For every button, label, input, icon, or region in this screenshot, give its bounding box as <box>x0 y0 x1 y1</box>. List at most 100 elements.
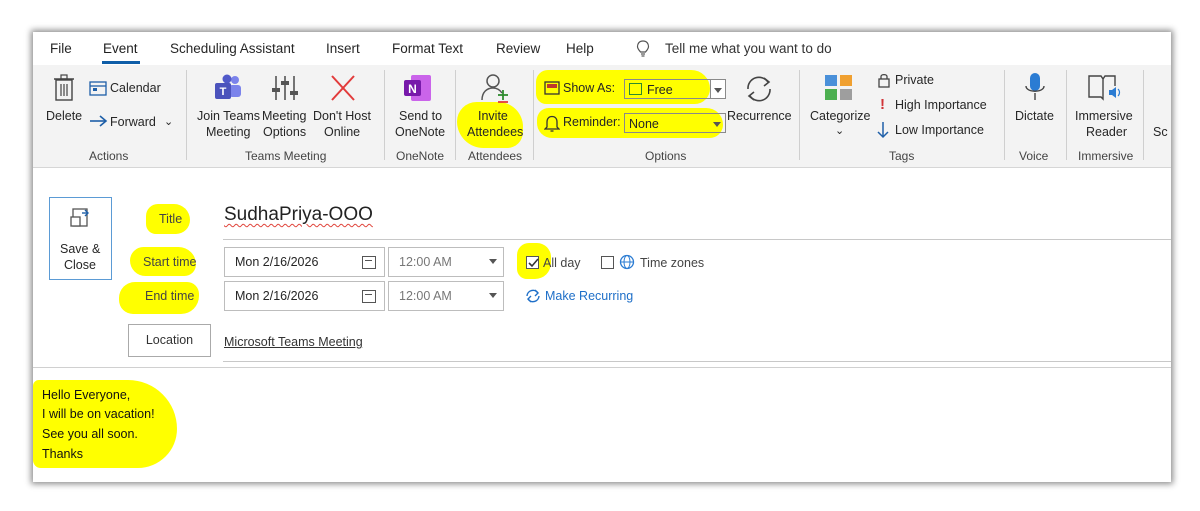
menu-scheduling-assistant[interactable]: Scheduling Assistant <box>170 41 295 56</box>
menu-help[interactable]: Help <box>566 41 594 56</box>
location-underline <box>223 361 1171 362</box>
svg-text:T: T <box>220 86 227 98</box>
ribbon-separator <box>1066 70 1067 160</box>
make-recurring-icon <box>526 289 540 303</box>
body-line: Thanks <box>42 447 83 461</box>
dictate-button[interactable]: Dictate <box>1015 108 1054 124</box>
globe-icon <box>619 254 635 270</box>
calendar-picker-icon[interactable] <box>362 256 376 269</box>
start-time-value: 12:00 AM <box>399 255 452 269</box>
recurrence-icon <box>747 76 771 102</box>
title-underline <box>223 239 1171 240</box>
onenote-icon: N <box>404 75 431 101</box>
join-teams-label-line2[interactable]: Meeting <box>206 124 250 140</box>
delete-trash-icon <box>54 74 74 101</box>
start-date-input[interactable]: Mon 2/16/2026 <box>224 247 385 277</box>
send-to-onenote-line2[interactable]: OneNote <box>395 124 445 140</box>
show-as-icon <box>544 81 560 95</box>
forward-dropdown-chevron-icon[interactable]: ⌄ <box>164 115 173 128</box>
invite-attendees-line1[interactable]: Invite <box>478 108 508 124</box>
ribbon-separator <box>384 70 385 160</box>
group-label-attendees: Attendees <box>468 149 523 163</box>
time-zones-checkbox[interactable] <box>601 256 614 269</box>
calendar-picker-icon[interactable] <box>362 290 376 303</box>
save-close-icon <box>70 208 89 227</box>
body-divider <box>33 367 1171 368</box>
microphone-icon <box>1025 73 1045 100</box>
title-label: Title <box>159 212 183 226</box>
invite-attendees-person-icon <box>481 74 508 103</box>
save-close-line1: Save & <box>60 242 101 256</box>
end-time-input[interactable]: 12:00 AM <box>388 281 504 311</box>
recurrence-button[interactable]: Recurrence <box>727 108 792 124</box>
show-as-label: Show As: <box>563 81 616 95</box>
group-label-options: Options <box>645 149 687 163</box>
chevron-down-icon[interactable] <box>489 259 497 264</box>
menu-format-text[interactable]: Format Text <box>392 41 463 56</box>
group-label-tags: Tags <box>889 149 915 163</box>
ribbon-separator <box>186 70 187 160</box>
menu-event[interactable]: Event <box>103 41 138 56</box>
end-date-input[interactable]: Mon 2/16/2026 <box>224 281 385 311</box>
dont-host-label-line1[interactable]: Don't Host <box>313 108 371 124</box>
end-time-value: 12:00 AM <box>399 289 452 303</box>
lock-icon <box>878 73 890 88</box>
body-line: I will be on vacation! <box>42 407 155 421</box>
checkmark-icon <box>528 258 539 268</box>
group-label-teams-meeting: Teams Meeting <box>245 149 327 163</box>
ribbon-separator <box>455 70 456 160</box>
categorize-chevron-icon[interactable]: ⌄ <box>835 124 844 137</box>
immersive-reader-line2[interactable]: Reader <box>1086 124 1127 140</box>
delete-button[interactable]: Delete <box>46 108 82 124</box>
ribbon-separator <box>799 70 800 160</box>
low-importance-button[interactable]: Low Importance <box>895 123 984 137</box>
menu-file[interactable]: File <box>50 41 72 56</box>
title-input[interactable]: SudhaPriya-OOO <box>224 204 373 226</box>
location-value-link[interactable]: Microsoft Teams Meeting <box>224 335 363 349</box>
all-day-checkbox[interactable] <box>526 256 539 269</box>
location-button[interactable]: Location <box>128 324 211 357</box>
lightbulb-icon <box>636 40 650 57</box>
send-to-onenote-line1[interactable]: Send to <box>399 108 442 124</box>
dont-host-x-icon <box>331 75 355 101</box>
group-label-actions: Actions <box>89 149 129 163</box>
show-as-value: Free <box>647 83 673 97</box>
start-time-input[interactable]: 12:00 AM <box>388 247 504 277</box>
all-day-label: All day <box>543 256 581 270</box>
meeting-options-sliders-icon <box>272 76 298 100</box>
menu-insert[interactable]: Insert <box>326 41 360 56</box>
forward-button[interactable]: Forward <box>110 115 156 129</box>
dont-host-label-line2[interactable]: Online <box>324 124 360 140</box>
private-button[interactable]: Private <box>895 73 934 87</box>
ribbon-cut-off-label: Sc <box>1153 125 1168 139</box>
make-recurring-link[interactable]: Make Recurring <box>545 289 633 303</box>
menu-review[interactable]: Review <box>496 41 540 56</box>
meeting-options-label-line1[interactable]: Meeting <box>262 108 306 124</box>
forward-arrow-icon <box>90 115 108 127</box>
meeting-options-label-line2[interactable]: Options <box>263 124 306 140</box>
end-date-value: Mon 2/16/2026 <box>235 289 319 303</box>
end-time-label: End time <box>145 289 195 303</box>
invite-attendees-line2[interactable]: Attendees <box>467 124 523 140</box>
chevron-down-icon <box>714 88 722 93</box>
save-close-line2: Close <box>64 258 96 272</box>
join-teams-label-line1[interactable]: Join Teams <box>197 108 260 124</box>
body-line: See you all soon. <box>42 427 138 441</box>
calendar-button[interactable]: Calendar <box>110 81 161 95</box>
chevron-down-icon <box>713 122 721 127</box>
immersive-reader-line1[interactable]: Immersive <box>1075 108 1133 124</box>
high-importance-button[interactable]: High Importance <box>895 98 987 112</box>
high-importance-icon: ! <box>880 96 885 113</box>
ribbon-separator <box>533 70 534 160</box>
chevron-down-icon[interactable] <box>489 293 497 298</box>
tell-me-search[interactable]: Tell me what you want to do <box>665 41 832 56</box>
time-zones-label: Time zones <box>640 256 705 270</box>
calendar-icon <box>89 81 107 96</box>
reminder-dropdown[interactable]: None <box>624 113 726 133</box>
show-as-dropdown-arrow[interactable] <box>710 79 726 99</box>
low-importance-arrow-icon <box>877 122 889 139</box>
categorize-button[interactable]: Categorize <box>810 108 870 124</box>
start-time-label: Start time <box>143 255 197 269</box>
save-and-close-button[interactable]: Save & Close <box>49 197 112 280</box>
bell-icon <box>544 115 560 132</box>
